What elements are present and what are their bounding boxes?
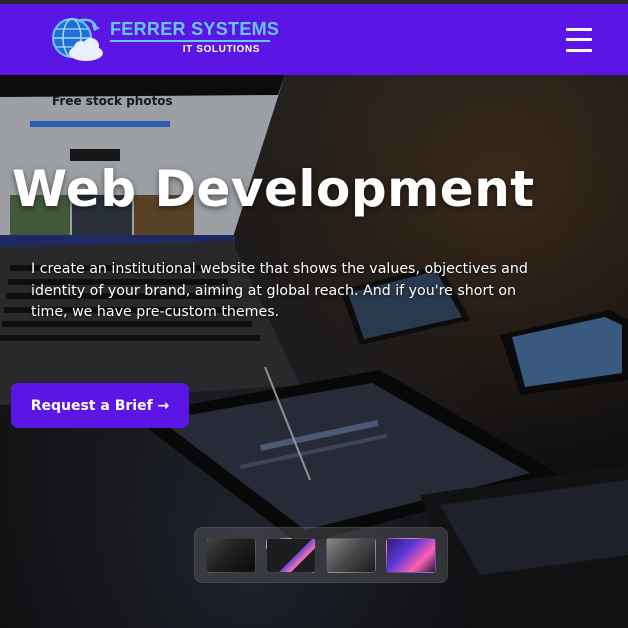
carousel-thumbnails	[194, 527, 448, 583]
thumbnail-2[interactable]	[266, 537, 316, 573]
thumbnail-3[interactable]	[326, 537, 376, 573]
brand-logo[interactable]: FERRER SYSTEMS IT SOLUTIONS	[48, 15, 280, 65]
thumbnail-4[interactable]	[386, 537, 436, 573]
request-brief-button[interactable]: Request a Brief →	[11, 383, 189, 428]
thumbnail-1[interactable]	[206, 537, 256, 573]
navbar: FERRER SYSTEMS IT SOLUTIONS	[0, 4, 628, 75]
hero-section: Free stock photos Web Development I crea…	[0, 75, 628, 628]
hero-title: Web Development	[12, 160, 535, 218]
logo-divider	[110, 39, 270, 42]
globe-cloud-icon	[48, 15, 118, 65]
hamburger-menu-icon[interactable]	[566, 27, 592, 53]
brand-tagline: IT SOLUTIONS	[182, 43, 260, 55]
brand-name: FERRER SYSTEMS	[110, 18, 280, 39]
hero-description: I create an institutional website that s…	[31, 261, 528, 320]
